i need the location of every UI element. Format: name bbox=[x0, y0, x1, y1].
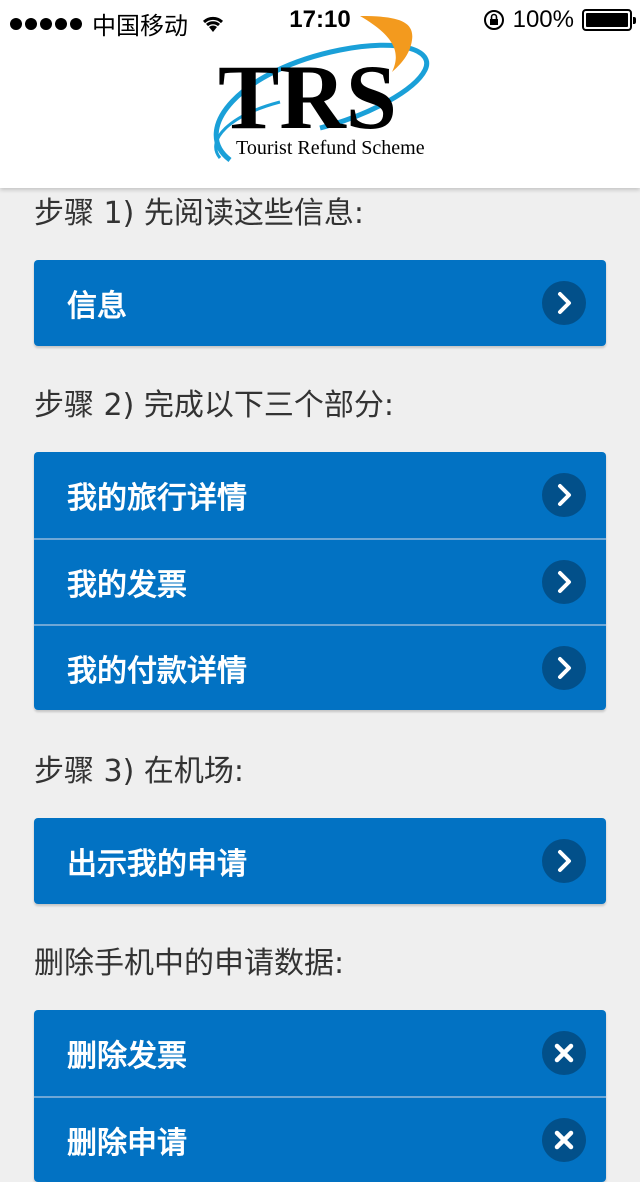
chevron-right-icon bbox=[542, 560, 586, 604]
delete-application-button[interactable]: 删除申请 bbox=[34, 1096, 606, 1182]
info-button[interactable]: 信息 bbox=[34, 260, 606, 346]
travel-details-label: 我的旅行详情 bbox=[67, 481, 247, 516]
logo-letters: TRS bbox=[218, 46, 397, 148]
step-3-group: 出示我的申请 bbox=[34, 818, 606, 904]
invoices-button[interactable]: 我的发票 bbox=[34, 538, 606, 624]
payment-details-button[interactable]: 我的付款详情 bbox=[34, 624, 606, 710]
chevron-right-icon bbox=[542, 281, 586, 325]
step-1-label: 步骤 1) 先阅读这些信息: bbox=[34, 196, 364, 231]
delete-invoices-label: 删除发票 bbox=[67, 1039, 187, 1074]
close-icon bbox=[542, 1118, 586, 1162]
show-application-button[interactable]: 出示我的申请 bbox=[34, 818, 606, 904]
travel-details-button[interactable]: 我的旅行详情 bbox=[34, 452, 606, 538]
delete-section-label: 删除手机中的申请数据: bbox=[34, 946, 345, 981]
show-application-label: 出示我的申请 bbox=[67, 847, 247, 882]
close-icon bbox=[542, 1031, 586, 1075]
delete-group: 删除发票 删除申请 bbox=[34, 1010, 606, 1182]
step-1-group: 信息 bbox=[34, 260, 606, 346]
invoices-label: 我的发票 bbox=[67, 568, 187, 603]
info-button-label: 信息 bbox=[67, 289, 127, 324]
chevron-right-icon bbox=[542, 839, 586, 883]
status-bar: 中国移动 17:10 100% bbox=[0, 0, 640, 40]
battery-percent: 100% bbox=[512, 6, 574, 33]
payment-details-label: 我的付款详情 bbox=[67, 654, 247, 689]
battery-icon bbox=[582, 9, 636, 31]
rotation-lock-icon bbox=[483, 10, 504, 30]
step-2-label: 步骤 2) 完成以下三个部分: bbox=[34, 388, 394, 423]
chevron-right-icon bbox=[542, 473, 586, 517]
logo-tagline: Tourist Refund Scheme bbox=[236, 137, 425, 159]
step-3-label: 步骤 3) 在机场: bbox=[34, 754, 244, 789]
delete-invoices-button[interactable]: 删除发票 bbox=[34, 1010, 606, 1096]
chevron-right-icon bbox=[542, 646, 586, 690]
step-2-group: 我的旅行详情 我的发票 我的付款详情 bbox=[34, 452, 606, 710]
delete-application-label: 删除申请 bbox=[67, 1126, 187, 1161]
